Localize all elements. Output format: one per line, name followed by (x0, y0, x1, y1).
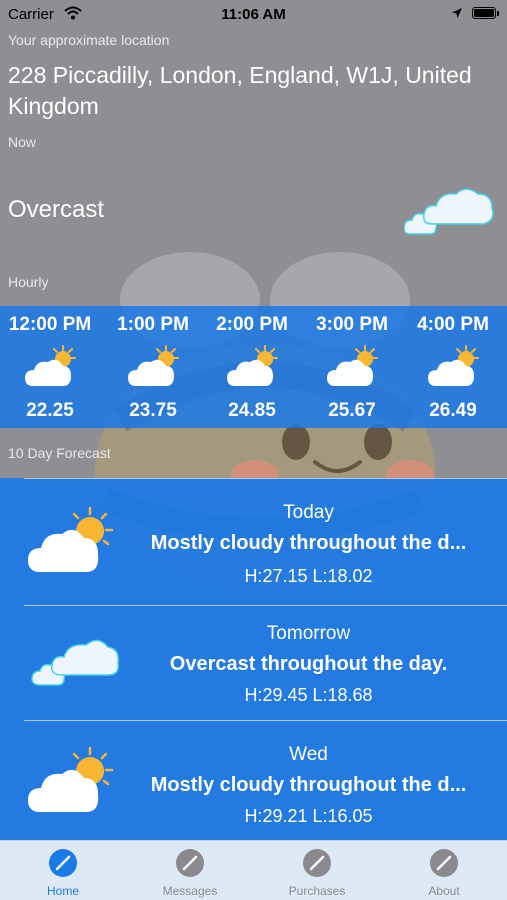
hour-time: 2:00 PM (216, 314, 288, 335)
now-label: Now (8, 134, 37, 150)
partly-cloudy-icon (25, 345, 76, 386)
tab-bar: Home Messages Purchases About (0, 840, 507, 900)
status-bar: Carrier 11:06 AM (0, 0, 507, 30)
tab-purchases[interactable]: Purchases (254, 841, 380, 900)
partly-cloudy-icon (227, 345, 278, 386)
hour-time: 3:00 PM (316, 314, 388, 335)
hour-time: 4:00 PM (417, 314, 489, 335)
divider (24, 720, 507, 721)
tab-label: About (428, 884, 460, 898)
pencil-icon (430, 849, 458, 877)
address-text: 228 Piccadilly, London, England, W1J, Un… (8, 62, 472, 119)
hour-time: 12:00 PM (8, 314, 92, 335)
pencil-icon (49, 849, 77, 877)
forecast-description: Mostly cloudy throughout the d... (150, 532, 467, 554)
current-condition: Overcast (8, 196, 105, 223)
pencil-icon (303, 849, 331, 877)
status-time: 11:06 AM (221, 6, 286, 23)
forecast-day: Today (283, 502, 334, 523)
forecast-row-tomorrow[interactable]: Tomorrow Overcast throughout the day. H:… (0, 607, 507, 727)
forecast-day: Wed (289, 744, 328, 765)
hour-temp: 26.49 (429, 400, 477, 421)
cloud-icon (404, 188, 494, 235)
battery-tip (497, 11, 499, 16)
forecast-row-wed[interactable]: Wed Mostly cloudy throughout the d... H:… (0, 728, 507, 848)
tab-about[interactable]: About (381, 841, 507, 900)
tab-label: Messages (162, 884, 218, 898)
location-label: Your approximate location (8, 32, 170, 48)
hour-temp: 23.75 (129, 400, 177, 421)
forecast-label: 10 Day Forecast (8, 445, 111, 461)
tab-home[interactable]: Home (0, 841, 126, 900)
forecast-high-low: H:27.15 L:18.02 (244, 566, 373, 586)
divider (24, 605, 507, 606)
location-arrow-icon (452, 8, 462, 18)
tab-label: Home (46, 884, 79, 898)
divider (24, 478, 507, 479)
weather-screen: Carrier 11:06 AM Your approximate locati… (0, 0, 507, 900)
battery-icon (472, 7, 496, 19)
partly-cloudy-icon (327, 345, 378, 386)
hour-temp: 24.85 (228, 400, 276, 421)
cloud-icon (31, 639, 120, 686)
partly-cloudy-icon (428, 345, 479, 386)
partly-cloudy-icon (128, 345, 179, 386)
hour-time: 1:00 PM (117, 314, 189, 335)
hourly-strip[interactable]: 12:00 PM 22.25 1:00 PM 23.75 2:00 PM 24.… (0, 306, 507, 428)
forecast-day: Tomorrow (266, 623, 351, 644)
hour-temp: 25.67 (328, 400, 376, 421)
partly-cloudy-icon (28, 746, 114, 812)
pencil-icon (176, 849, 204, 877)
forecast-high-low: H:29.21 L:16.05 (244, 806, 373, 826)
tab-messages[interactable]: Messages (127, 841, 253, 900)
forecast-description: Mostly cloudy throughout the d... (150, 774, 467, 796)
forecast-high-low: H:29.45 L:18.68 (244, 685, 373, 705)
hourly-label: Hourly (8, 274, 49, 290)
tab-label: Purchases (288, 884, 346, 898)
forecast-row-today[interactable]: Today Mostly cloudy throughout the d... … (0, 486, 507, 606)
hour-temp: 22.25 (26, 400, 74, 421)
partly-cloudy-icon (28, 506, 114, 572)
forecast-description: Overcast throughout the day. (169, 653, 448, 675)
